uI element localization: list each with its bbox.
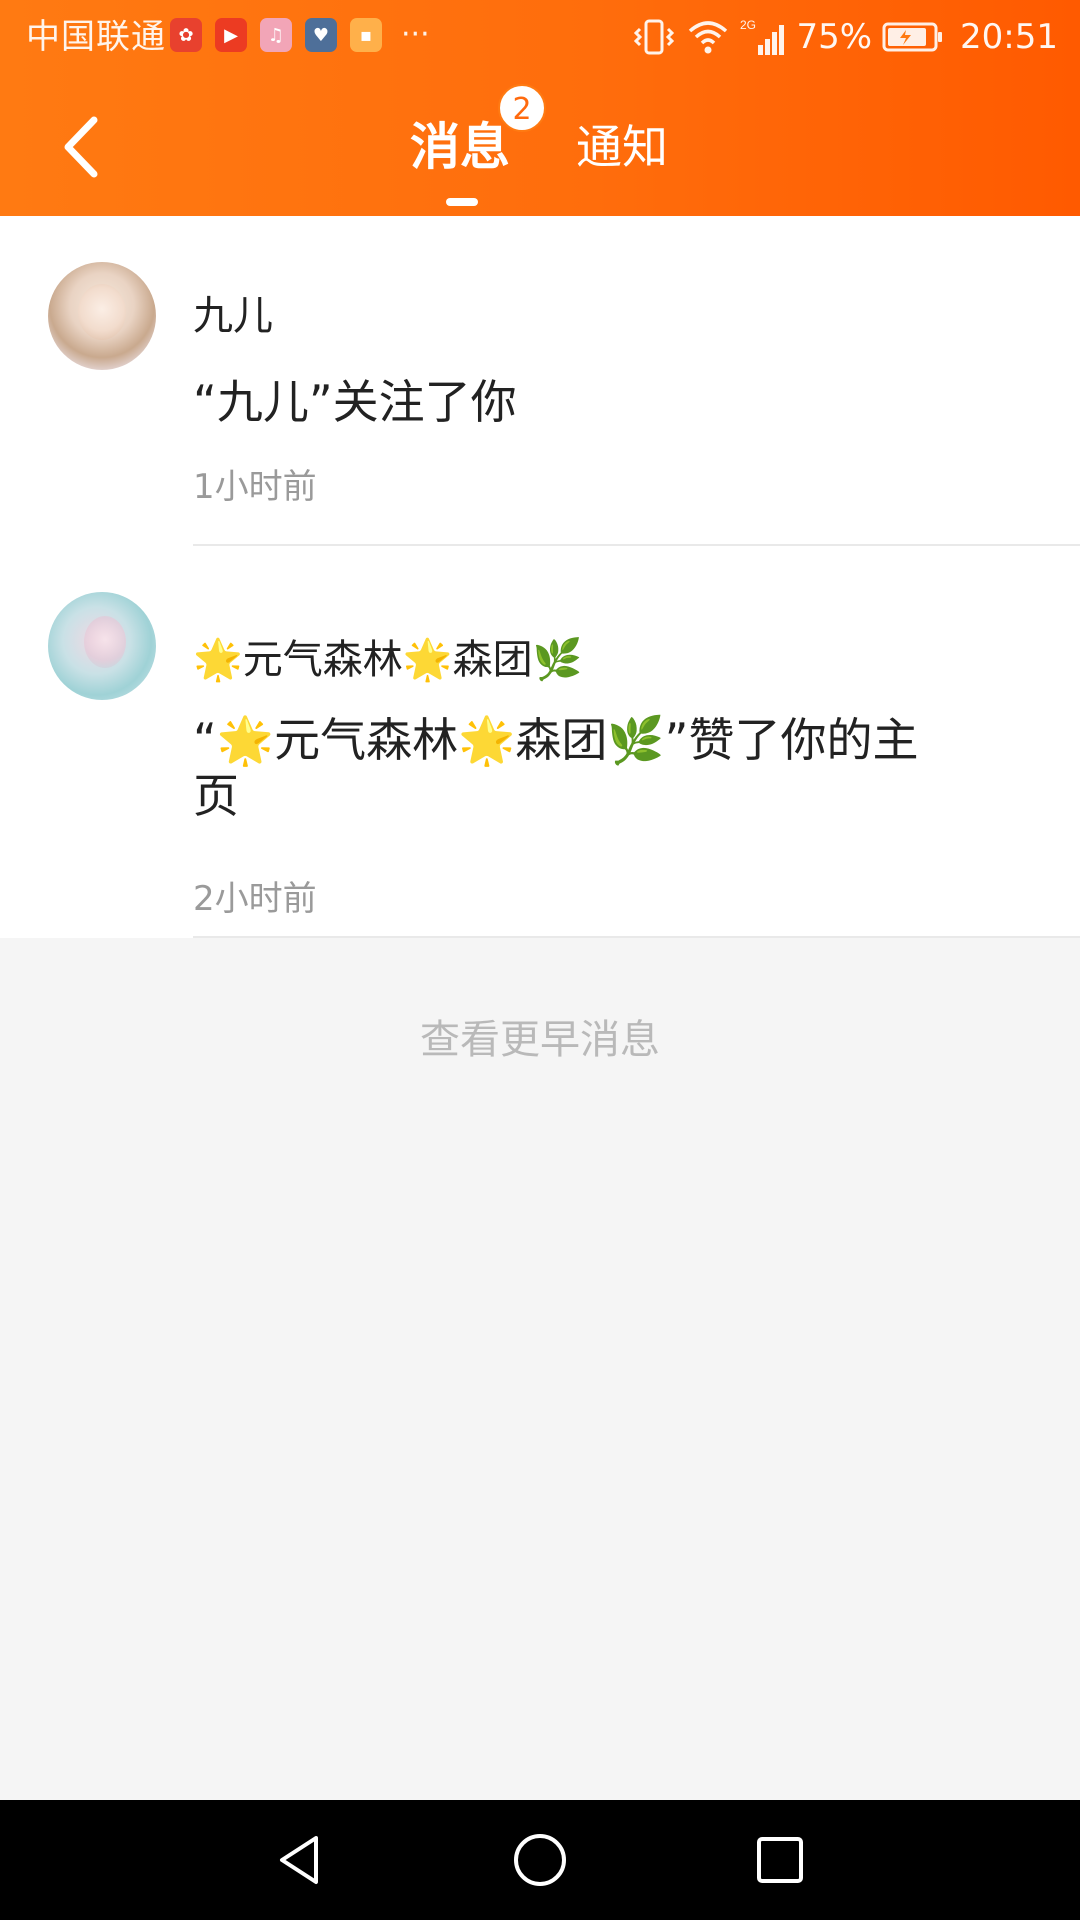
chevron-left-icon xyxy=(64,116,98,178)
system-nav-bar xyxy=(0,1800,1080,1920)
tab-notifications[interactable]: 通知 xyxy=(576,112,668,182)
message-content: “九儿”关注了你 xyxy=(193,375,517,429)
message-time: 2小时前 xyxy=(193,879,317,919)
wifi-icon xyxy=(686,17,730,57)
nav-bar: 消息 2 通知 xyxy=(0,74,1080,216)
status-bar: 中国联通 ✿ ▶ ♫ ♥ ▪ ··· 2G 75% 20:51 xyxy=(0,0,1080,74)
app-header: 中国联通 ✿ ▶ ♫ ♥ ▪ ··· 2G 75% 20:51 消息 2 通知 xyxy=(0,0,1080,216)
list-item[interactable]: 🌟元气森林🌟森团🌿 “🌟元气森林🌟森团🌿”赞了你的主页 2小时前 xyxy=(0,546,1080,938)
network-type-label: 2G xyxy=(740,18,756,32)
home-icon[interactable] xyxy=(510,1830,570,1890)
video-icon: ▶ xyxy=(215,18,247,52)
avatar[interactable] xyxy=(48,592,156,700)
notes-icon: ▪ xyxy=(350,18,382,52)
back-button[interactable] xyxy=(52,112,112,182)
more-notifications-icon: ··· xyxy=(401,17,430,52)
sender-name: 🌟元气森林🌟森团🌿 xyxy=(193,637,583,683)
avatar[interactable] xyxy=(48,262,156,370)
notification-icons: ✿ ▶ ♫ ♥ ▪ ··· xyxy=(170,18,430,52)
battery-icon xyxy=(882,21,944,53)
carrier-label: 中国联通 xyxy=(26,17,166,57)
list-item[interactable]: 九儿 “九儿”关注了你 1小时前 xyxy=(0,216,1080,546)
signal-icon: 2G xyxy=(740,17,786,57)
message-time: 1小时前 xyxy=(193,467,317,507)
view-earlier-messages-link[interactable]: 查看更早消息 xyxy=(0,1008,1080,1072)
unread-badge: 2 xyxy=(498,84,546,132)
divider xyxy=(193,936,1080,938)
recents-icon[interactable] xyxy=(750,1830,810,1890)
active-tab-indicator xyxy=(446,198,478,206)
music-icon: ♫ xyxy=(260,18,292,52)
love-app-icon: ♥ xyxy=(305,18,337,52)
clock: 20:51 xyxy=(960,17,1058,57)
back-icon[interactable] xyxy=(270,1830,330,1890)
status-right: 2G 75% 20:51 xyxy=(632,14,1058,60)
message-list: 九儿 “九儿”关注了你 1小时前 🌟元气森林🌟森团🌿 “🌟元气森林🌟森团🌿”赞了… xyxy=(0,216,1080,938)
tab-messages[interactable]: 消息 xyxy=(410,112,510,182)
battery-percent: 75% xyxy=(796,17,873,57)
message-content: “🌟元气森林🌟森团🌿”赞了你的主页 xyxy=(193,713,919,823)
kuaishou-icon: ✿ xyxy=(170,18,202,52)
vibrate-icon xyxy=(632,17,676,57)
sender-name: 九儿 xyxy=(193,293,273,339)
